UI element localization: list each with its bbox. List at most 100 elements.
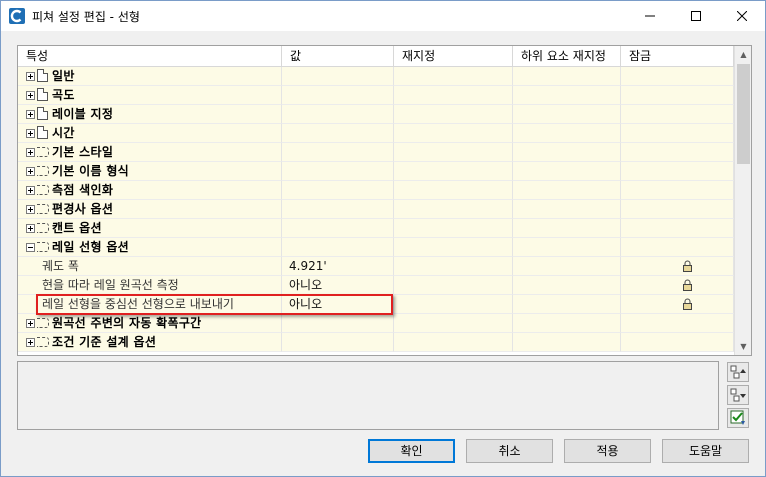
expand-icon[interactable]	[26, 148, 35, 157]
cell-override	[394, 257, 513, 276]
cell-child-override	[513, 181, 621, 200]
grid-header: 특성 값 재지정 하위 요소 재지정 잠금	[18, 46, 734, 67]
column-header-lock[interactable]: 잠금	[621, 46, 734, 66]
lock-icon[interactable]	[682, 298, 693, 310]
cell-value	[282, 105, 394, 124]
property-value[interactable]: 아니오	[289, 276, 322, 295]
cell-override	[394, 124, 513, 143]
category-row[interactable]: 편경사 옵션	[18, 200, 734, 219]
dashed-icon	[37, 337, 49, 347]
cell-property: 곡도	[18, 86, 282, 105]
maximize-button[interactable]	[673, 1, 719, 31]
help-button[interactable]: 도움말	[662, 439, 749, 463]
expand-icon[interactable]	[26, 167, 35, 176]
category-label: 편경사 옵션	[52, 202, 114, 216]
cell-child-override	[513, 314, 621, 333]
category-row[interactable]: 원곡선 주변의 자동 확폭구간	[18, 314, 734, 333]
expand-icon[interactable]	[26, 186, 35, 195]
cell-lock	[621, 295, 734, 314]
vertical-scrollbar[interactable]: ▲ ▼	[734, 46, 751, 355]
cell-property: 조건 기준 설계 옵션	[18, 333, 282, 352]
expand-icon[interactable]	[26, 338, 35, 347]
close-button[interactable]	[719, 1, 765, 31]
cell-value	[282, 86, 394, 105]
cell-override	[394, 86, 513, 105]
minimize-button[interactable]	[627, 1, 673, 31]
column-header-property[interactable]: 특성	[18, 46, 282, 66]
expand-icon[interactable]	[26, 110, 35, 119]
category-label: 레이블 지정	[52, 107, 114, 121]
cell-lock	[621, 105, 734, 124]
doc-icon	[37, 88, 48, 101]
cell-child-override	[513, 67, 621, 86]
category-label: 조건 기준 설계 옵션	[52, 335, 157, 349]
doc-icon	[37, 69, 48, 82]
expand-all-button[interactable]	[727, 362, 749, 382]
collapse-icon[interactable]	[26, 243, 35, 252]
cell-lock	[621, 200, 734, 219]
cell-value	[282, 143, 394, 162]
expand-icon[interactable]	[26, 72, 35, 81]
cell-override	[394, 67, 513, 86]
cell-value	[282, 314, 394, 333]
lock-icon[interactable]	[682, 260, 693, 272]
category-row[interactable]: 기본 이름 형식	[18, 162, 734, 181]
cell-value	[282, 333, 394, 352]
scroll-thumb[interactable]	[737, 64, 750, 164]
cell-value	[282, 67, 394, 86]
cell-child-override	[513, 257, 621, 276]
minimize-icon	[645, 15, 655, 17]
category-row[interactable]: 캔트 옵션	[18, 219, 734, 238]
cell-child-override	[513, 333, 621, 352]
expand-icon[interactable]	[26, 205, 35, 214]
cancel-button[interactable]: 취소	[466, 439, 553, 463]
expand-icon[interactable]	[26, 224, 35, 233]
category-row[interactable]: 레이블 지정	[18, 105, 734, 124]
cell-value	[282, 124, 394, 143]
cell-lock	[621, 219, 734, 238]
cell-property: 기본 스타일	[18, 143, 282, 162]
category-row[interactable]: 기본 스타일	[18, 143, 734, 162]
cell-value	[282, 181, 394, 200]
cell-override	[394, 143, 513, 162]
cell-property: 측점 색인화	[18, 181, 282, 200]
category-label: 레일 선형 옵션	[52, 240, 129, 254]
collapse-all-button[interactable]	[727, 385, 749, 405]
expand-icon[interactable]	[26, 129, 35, 138]
cell-lock	[621, 143, 734, 162]
property-row[interactable]: 현을 따라 레일 원곡선 측정 아니오	[18, 276, 734, 295]
check-settings-button[interactable]	[727, 408, 749, 428]
cell-value	[282, 200, 394, 219]
category-row[interactable]: 레일 선형 옵션	[18, 238, 734, 257]
lock-icon[interactable]	[682, 279, 693, 291]
cell-property: 일반	[18, 67, 282, 86]
dashed-icon	[37, 204, 49, 214]
cell-child-override	[513, 295, 621, 314]
category-row[interactable]: 측점 색인화	[18, 181, 734, 200]
category-row[interactable]: 일반	[18, 67, 734, 86]
property-value[interactable]: 4.921'	[289, 257, 327, 276]
category-row[interactable]: 조건 기준 설계 옵션	[18, 333, 734, 352]
ok-button[interactable]: 확인	[368, 439, 455, 463]
dashed-icon	[37, 166, 49, 176]
highlight-box	[36, 294, 393, 315]
window-title: 피쳐 설정 편집 - 선형	[32, 10, 140, 24]
property-row[interactable]: 궤도 폭 4.921'	[18, 257, 734, 276]
check-settings-icon	[730, 410, 745, 425]
cell-override	[394, 181, 513, 200]
expand-icon[interactable]	[26, 319, 35, 328]
cell-override	[394, 162, 513, 181]
dashed-icon	[37, 223, 49, 233]
column-header-child-override[interactable]: 하위 요소 재지정	[513, 46, 621, 66]
expand-icon[interactable]	[26, 91, 35, 100]
cell-child-override	[513, 105, 621, 124]
column-header-override[interactable]: 재지정	[394, 46, 513, 66]
scroll-down-icon[interactable]: ▼	[735, 338, 751, 355]
category-label: 원곡선 주변의 자동 확폭구간	[52, 316, 202, 330]
category-row[interactable]: 시간	[18, 124, 734, 143]
category-row[interactable]: 곡도	[18, 86, 734, 105]
column-header-value[interactable]: 값	[282, 46, 394, 66]
apply-button[interactable]: 적용	[564, 439, 651, 463]
cell-override	[394, 276, 513, 295]
scroll-up-icon[interactable]: ▲	[735, 46, 751, 63]
